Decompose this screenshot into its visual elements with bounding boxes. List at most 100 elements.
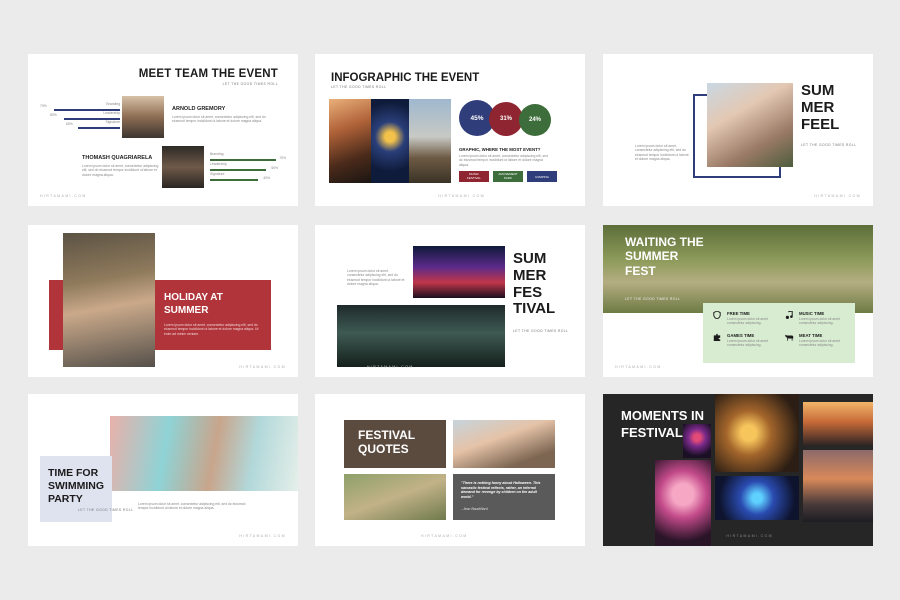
skill-label: Signature: [210, 172, 225, 176]
quote-panel: "There is nothing funny about Halloween.…: [453, 474, 555, 520]
slide-festival-quotes[interactable]: FESTIVAL QUOTES "There is nothing funny …: [315, 394, 585, 546]
slide-desc: Lorem ipsum dolor sit amet, consectetur …: [347, 269, 405, 287]
feature-desc: Lorem ipsum dolor sit amet consectetur a…: [727, 339, 768, 348]
slide-swimming-party[interactable]: TIME FOR SWIMMING PARTY LET THE GOOD TIM…: [28, 394, 298, 546]
slide-subtitle: LET THE GOOD TIMES ROLL: [78, 508, 134, 512]
photo-lake: [803, 402, 873, 446]
photo-girl: [63, 233, 155, 367]
team-photo-1: [122, 96, 164, 138]
slide-meet-team[interactable]: MEET TEAM THE EVENT LET THE GOOD TIMES R…: [28, 54, 298, 206]
slide-moments-festival[interactable]: MOMENTS IN FESTIVAL HIRTAMAMI.COM: [603, 394, 873, 546]
slide-infographic[interactable]: INFOGRAPHIC THE EVENT LET THE GOOD TIMES…: [315, 54, 585, 206]
slide-desc: Lorem ipsum dolor sit amet, consectetur …: [635, 144, 689, 162]
tag-label: CAMPING: [534, 174, 549, 179]
slide-subtitle: LET THE GOOD TIMES ROLL: [222, 82, 278, 86]
pct-circle-2: 31%: [489, 102, 523, 136]
photo-tent: [409, 99, 451, 183]
graphic-desc: Lorem ipsum dolor sit amet, consectetur …: [459, 154, 548, 167]
skill-pct: 80%: [50, 113, 57, 117]
feature-item-music-time: MUSIC TIME Lorem ipsum dolor sit amet co…: [785, 311, 851, 331]
photo-crowd: [329, 99, 371, 183]
feature-item-games-time: GAMES TIME Lorem ipsum dolor sit amet co…: [713, 333, 779, 353]
slide-footer: HIRTAMAMI.COM: [814, 194, 861, 198]
slide-footer: HIRTAMAMI.COM: [726, 534, 773, 538]
title-panel: FESTIVAL QUOTES: [344, 420, 446, 468]
slide-subtitle: LET THE GOOD TIMES ROLL: [625, 297, 681, 301]
slide-title: FESTIVAL QUOTES: [358, 428, 415, 457]
slide-title: MEET TEAM THE EVENT: [138, 68, 278, 80]
photo-dusk: [803, 450, 873, 522]
skill-label: Branding: [106, 102, 120, 106]
slide-desc: Lorem ipsum dolor sit amet, consectetur …: [138, 502, 246, 511]
slide-title-text: SUM MER FEEL: [801, 82, 840, 133]
feature-label: GAMES TIME: [727, 333, 755, 338]
photo-concert: [337, 305, 505, 367]
tag-amusement-park: AMUSEMENT PARK: [493, 171, 523, 182]
quote-author: - Jean Baudrillard: [461, 507, 488, 511]
cow-icon: [785, 334, 794, 341]
tag-label: AMUSEMENT PARK: [498, 172, 518, 180]
feature-desc: Lorem ipsum dolor sit amet consectetur a…: [799, 317, 840, 326]
slide-footer: HIRTAMAMI.COM: [438, 194, 485, 198]
slide-subtitle: LET THE GOOD TIMES ROLL: [513, 329, 569, 333]
photo-ferris-wheel: [371, 99, 409, 183]
photo-fireworks: [683, 424, 711, 458]
slide-desc: Lorem ipsum dolor sit amet, consectetur …: [164, 323, 259, 336]
skill-pct: 40%: [263, 176, 270, 180]
photo-selfie: [707, 83, 793, 167]
skill-bar: [78, 127, 120, 129]
skill-row: Signature 40%: [210, 172, 282, 184]
photo-pool: [110, 416, 298, 491]
feature-item-free-time: FREE TIME Lorem ipsum dolor sit amet con…: [713, 311, 779, 331]
tag-camping: CAMPING: [527, 171, 557, 182]
slide-footer: HIRTAMAMI.COM: [40, 194, 87, 198]
skill-bar: [210, 159, 276, 161]
slide-summer-festival[interactable]: Lorem ipsum dolor sit amet, consectetur …: [315, 225, 585, 377]
slide-footer: HIRTAMAMI.COM: [239, 365, 286, 369]
skill-label: Branding: [210, 152, 224, 156]
music-note-icon: [785, 311, 793, 319]
photo-friends: [453, 420, 555, 468]
pct-circle-label: 45%: [470, 114, 484, 122]
graphic-question: GRAPHIC, WHERE THE MOST EVENT?: [459, 147, 541, 152]
skill-pct: 60%: [66, 122, 73, 126]
feature-label: MUSIC TIME: [799, 311, 825, 316]
photo-stage: [413, 246, 505, 298]
feature-desc: Lorem ipsum dolor sit amet consectetur a…: [727, 317, 768, 326]
feature-item-meat-time: MEAT TIME Lorem ipsum dolor sit amet con…: [785, 333, 851, 353]
tag-music-festival: MUSIC FESTIVAL: [459, 171, 489, 182]
pct-circle-3: 24%: [519, 104, 551, 136]
feature-desc: Lorem ipsum dolor sit amet consectetur a…: [799, 339, 840, 348]
slide-title: INFOGRAPHIC THE EVENT: [331, 72, 480, 84]
slide-footer: HIRTAMAMI.COM: [421, 534, 468, 538]
person-name-1: ARNOLD GREMORY: [172, 106, 226, 112]
shield-icon: [713, 311, 721, 319]
tag-label: MUSIC FESTIVAL: [467, 172, 481, 180]
slide-footer: HIRTAMAMI.COM: [239, 534, 286, 538]
pct-circle-label: 31%: [499, 116, 512, 122]
photo-carousel: [715, 394, 799, 472]
photo-ride: [715, 476, 799, 520]
feature-label: FREE TIME: [727, 311, 750, 316]
team-photo-2: [162, 146, 204, 188]
skill-pct: 70%: [279, 156, 286, 160]
skill-label: Leadership: [210, 162, 227, 166]
skill-bars-2: Branding 70% Leadership 50% Signature 40…: [210, 152, 286, 184]
slide-title: HOLIDAY AT SUMMER: [164, 292, 223, 316]
skill-row: 60% Signature: [40, 120, 120, 131]
slide-title: WAITING THE SUMMER FEST: [625, 235, 704, 278]
slide-summer-feel[interactable]: SUM MER FEEL LET THE GOOD TIMES ROLL Lor…: [603, 54, 873, 206]
slide-waiting-summer-fest[interactable]: WAITING THE SUMMER FEST LET THE GOOD TIM…: [603, 225, 873, 377]
slide-title: TIME FOR SWIMMING PARTY: [48, 467, 104, 506]
skill-pct: 70%: [40, 104, 47, 108]
person-desc-2: Lorem ipsum dolor sit amet, consectetur …: [82, 164, 159, 177]
photo-hands: [344, 474, 446, 520]
slide-subtitle: LET THE GOOD TIMES ROLL: [331, 85, 387, 89]
slide-footer: HIRTAMAMI.COM: [367, 365, 414, 369]
photo-lights-girl: [655, 460, 711, 546]
pct-circle-label: 24%: [528, 117, 541, 123]
skill-bars-1: 70% Branding 80% Leadership 60% Signatur…: [40, 102, 120, 131]
slide-holiday-summer[interactable]: HOLIDAY AT SUMMER Lorem ipsum dolor sit …: [28, 225, 298, 377]
skill-pct: 50%: [271, 166, 278, 170]
skill-bar: [210, 179, 258, 181]
